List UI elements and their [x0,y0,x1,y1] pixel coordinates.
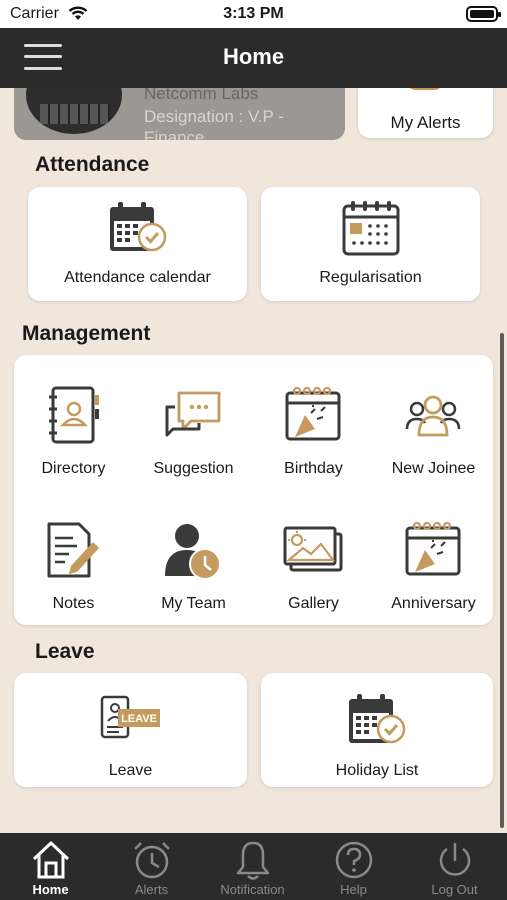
company-name: Netcomm Labs [144,88,259,103]
my-alerts-label: My Alerts [390,113,461,132]
leave-label: Leave [108,762,153,779]
profile-card[interactable]: Netcomm Labs Designation : V.P - Finance [14,88,345,140]
holiday-list-card[interactable]: Holiday List [261,673,493,787]
holiday-calendar-icon [349,694,406,744]
page-title: Home [222,44,285,69]
scrollbar[interactable] [500,333,504,828]
people-group-icon [405,395,461,437]
calendar-check-icon [110,202,167,252]
tab-home-label: Home [32,882,69,897]
designation: Designation : V.P - Finance [144,107,284,140]
directory-label: Directory [41,460,106,477]
celebration-calendar-icon [405,521,461,576]
attendance-calendar-card[interactable]: Attendance calendar [28,187,247,301]
home-icon [32,841,70,879]
tab-help-label: Help [340,882,367,897]
notes-tile[interactable]: Notes [14,510,133,630]
leave-card[interactable]: LEAVE Leave [14,673,247,787]
status-bar: Carrier 3:13 PM [0,0,507,28]
tab-help[interactable]: Help [303,833,404,900]
tab-logout-label: Log Out [431,882,478,897]
chat-bubbles-icon [165,391,221,437]
my-team-label: My Team [161,595,226,612]
tab-home[interactable]: Home [0,833,101,900]
tab-alerts[interactable]: Alerts [101,833,202,900]
birthday-label: Birthday [284,460,343,477]
calendar-grid-icon [342,201,400,256]
regularisation-label: Regularisation [319,269,422,286]
suggestion-tile[interactable]: Suggestion [134,375,253,495]
my-team-tile[interactable]: My Team [134,510,253,630]
tab-notification-label: Notification [220,882,285,897]
tab-bar: Home Alerts Notification Help Log Out [0,833,507,900]
power-icon [439,843,471,876]
notes-pencil-icon [47,522,99,578]
bell-icon [406,88,444,90]
anniversary-tile[interactable]: Anniversary [374,510,493,630]
gallery-tile[interactable]: Gallery [254,510,373,630]
party-calendar-icon [285,386,341,441]
bell-icon [236,841,270,880]
attendance-section-title: Attendance [35,153,150,176]
help-icon [335,841,373,879]
anniversary-label: Anniversary [391,595,476,612]
new-joinee-tile[interactable]: New Joinee [374,375,493,495]
new-joinee-label: New Joinee [391,460,476,477]
tab-logout[interactable]: Log Out [404,833,505,900]
directory-tile[interactable]: Directory [14,375,133,495]
svg-text:LEAVE: LEAVE [121,713,157,725]
suggestion-label: Suggestion [153,460,234,477]
tab-notification[interactable]: Notification [202,833,303,900]
gallery-label: Gallery [288,595,339,612]
leave-badge-icon: LEAVE [100,695,160,739]
home-content[interactable]: Netcomm Labs Designation : V.P - Finance… [0,88,507,833]
my-alerts-card[interactable]: My Alerts [358,88,493,138]
directory-icon [49,386,99,444]
birthday-tile[interactable]: Birthday [254,375,373,495]
alarm-clock-icon [134,842,170,879]
photo-gallery-icon [283,526,343,572]
clock: 3:13 PM [223,5,284,22]
avatar [26,88,122,134]
battery-icon [466,6,501,22]
attendance-calendar-label: Attendance calendar [64,269,211,286]
leave-section-title: Leave [35,640,95,663]
notes-label: Notes [52,595,95,612]
tab-alerts-label: Alerts [134,882,169,897]
management-grid: Directory Suggestion Birthday New Joinee… [14,355,493,625]
team-clock-icon [165,524,221,580]
regularisation-card[interactable]: Regularisation [261,187,480,301]
management-section-title: Management [22,322,151,345]
holiday-list-label: Holiday List [335,762,419,779]
nav-bar: Home [0,28,507,88]
